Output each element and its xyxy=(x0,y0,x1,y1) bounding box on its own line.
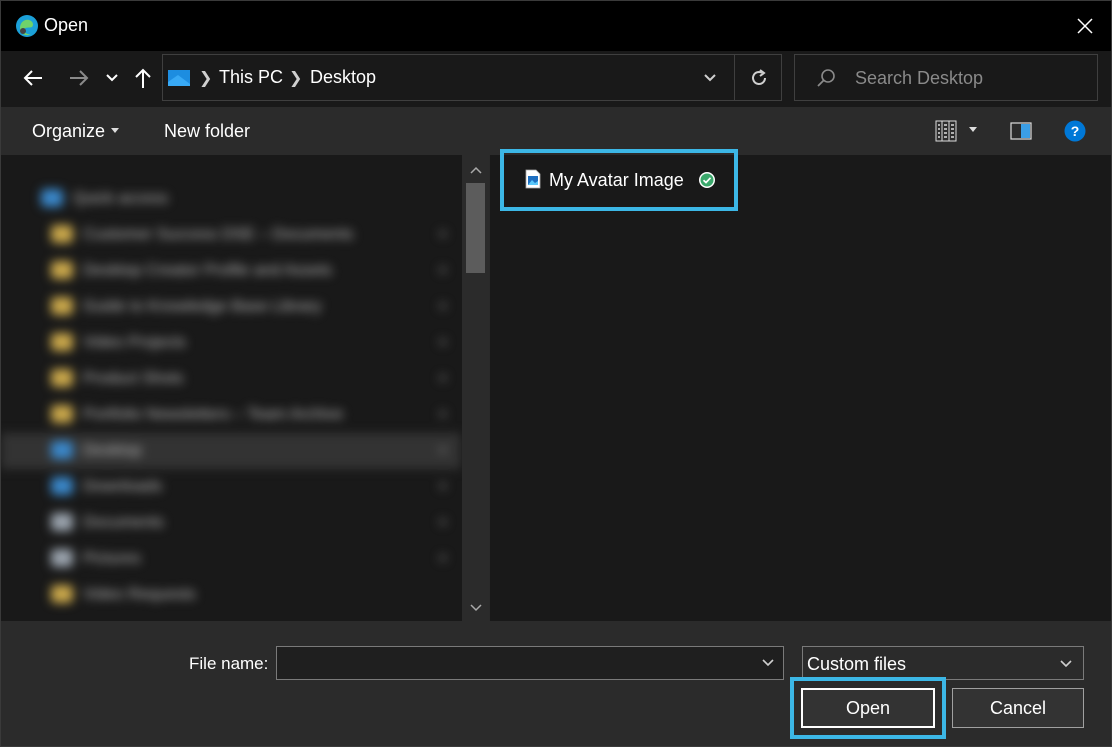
file-type-select[interactable]: Custom files xyxy=(802,646,1084,680)
organize-button[interactable]: Organize xyxy=(32,121,120,142)
navigation-pane: Quick access Customer Success DSE – Docu… xyxy=(1,155,489,621)
search-box[interactable]: Search Desktop xyxy=(794,54,1098,101)
file-name-label: My Avatar Image xyxy=(549,170,684,190)
back-button[interactable] xyxy=(19,65,47,91)
search-icon xyxy=(817,69,835,87)
scroll-down-button[interactable] xyxy=(462,597,489,619)
tree-item[interactable]: Video Projects ✶ xyxy=(1,325,461,361)
chevron-down-icon xyxy=(1060,660,1072,668)
chevron-up-icon xyxy=(469,166,482,174)
details-view-icon xyxy=(935,120,957,142)
up-button[interactable] xyxy=(129,65,157,91)
image-file-icon xyxy=(525,169,541,189)
address-bar[interactable]: ❯ This PC ❯ Desktop xyxy=(162,54,782,101)
preview-pane-icon xyxy=(1010,122,1032,140)
view-options-button[interactable] xyxy=(931,118,981,144)
new-folder-button[interactable]: New folder xyxy=(164,121,250,142)
close-button[interactable] xyxy=(1059,1,1111,51)
folder-icon xyxy=(51,585,73,603)
chevron-down-icon xyxy=(469,604,482,612)
picture-icon xyxy=(51,549,73,567)
recent-locations-button[interactable] xyxy=(98,65,126,91)
pin-icon: ✶ xyxy=(437,514,449,530)
folder-icon xyxy=(51,261,73,279)
edge-browser-icon xyxy=(16,15,38,37)
file-item-my-avatar-image[interactable]: My Avatar Image xyxy=(500,149,738,211)
desktop-icon xyxy=(51,441,73,459)
document-icon xyxy=(51,513,73,531)
window-title: Open xyxy=(44,15,89,35)
dialog-footer: File name: Custom files Open Cancel xyxy=(1,621,1111,746)
pin-icon: ✶ xyxy=(437,334,449,350)
pin-icon: ✶ xyxy=(437,262,449,278)
pin-icon: ✶ xyxy=(437,478,449,494)
tree-item-selected[interactable]: Desktop ✶ xyxy=(1,433,461,469)
navigation-tree: Quick access Customer Success DSE – Docu… xyxy=(1,155,461,621)
chevron-down-icon xyxy=(762,659,774,667)
help-icon: ? xyxy=(1064,120,1086,142)
arrow-right-icon xyxy=(70,70,89,86)
organize-label: Organize xyxy=(32,121,106,141)
pin-icon: ✶ xyxy=(437,442,449,458)
chevron-down-icon xyxy=(704,73,716,81)
arrow-up-icon xyxy=(135,68,151,88)
tree-item[interactable]: Quick access xyxy=(1,181,461,217)
scrollbar-thumb[interactable] xyxy=(466,183,485,273)
tree-item[interactable]: Guide to Knowledge Base Library ✶ xyxy=(1,289,461,325)
caret-down-icon xyxy=(969,126,977,132)
pin-icon: ✶ xyxy=(437,226,449,242)
close-icon xyxy=(1077,18,1093,34)
breadcrumb-this-pc[interactable]: This PC xyxy=(219,67,283,88)
breadcrumb-separator: ❯ xyxy=(199,70,213,87)
svg-text:?: ? xyxy=(1071,123,1080,139)
tree-item[interactable]: Portfolio Newsletters – Team Archive ✶ xyxy=(1,397,461,433)
tree-item[interactable]: Desktop Creator Profile and Assets ✶ xyxy=(1,253,461,289)
caret-down-icon xyxy=(111,127,120,133)
preview-pane-button[interactable] xyxy=(1009,118,1033,144)
folder-icon xyxy=(51,333,73,351)
cancel-button[interactable]: Cancel xyxy=(952,688,1084,728)
tree-item[interactable]: Customer Success DSE – Documents ✶ xyxy=(1,217,461,253)
file-name-dropdown-button[interactable] xyxy=(753,648,783,678)
file-name-label: File name: xyxy=(189,654,269,673)
tree-item[interactable]: Video Requests xyxy=(1,577,461,613)
refresh-button[interactable] xyxy=(734,55,782,100)
search-placeholder: Search Desktop xyxy=(855,68,984,88)
pin-icon: ✶ xyxy=(437,370,449,386)
file-type-dropdown-button[interactable] xyxy=(1053,649,1079,679)
arrow-left-icon xyxy=(23,70,42,86)
help-button[interactable]: ? xyxy=(1063,118,1087,144)
tree-item[interactable]: Documents ✶ xyxy=(1,505,461,541)
address-history-button[interactable] xyxy=(695,55,725,100)
file-list-pane: My Avatar Image xyxy=(489,149,1111,621)
folder-icon xyxy=(51,369,73,387)
desktop-icon xyxy=(168,70,190,86)
file-type-value: Custom files xyxy=(807,654,907,674)
navigation-bar: ❯ This PC ❯ Desktop Search Desktop xyxy=(1,51,1111,107)
star-icon xyxy=(41,189,63,207)
pin-icon: ✶ xyxy=(437,550,449,566)
folder-icon xyxy=(51,405,73,423)
file-name-input[interactable] xyxy=(276,646,784,680)
command-bar: Organize New folder ? xyxy=(1,107,1111,155)
navigation-scrollbar[interactable] xyxy=(462,155,489,621)
breadcrumb-separator: ❯ xyxy=(289,70,303,87)
tree-item[interactable]: Downloads ✶ xyxy=(1,469,461,505)
open-file-dialog: Open ❯ This PC ❯ Desktop Search Desktop … xyxy=(0,0,1112,747)
tree-item[interactable]: Product Shots ✶ xyxy=(1,361,461,397)
breadcrumb-desktop[interactable]: Desktop xyxy=(310,67,376,88)
tree-item[interactable]: Pictures ✶ xyxy=(1,541,461,577)
title-bar: Open xyxy=(1,1,1111,51)
forward-button[interactable] xyxy=(65,65,93,91)
sync-status-check-icon xyxy=(699,172,715,188)
scroll-up-button[interactable] xyxy=(462,159,489,181)
folder-icon xyxy=(51,225,73,243)
folder-icon xyxy=(51,297,73,315)
pin-icon: ✶ xyxy=(437,406,449,422)
refresh-icon xyxy=(751,68,766,85)
download-icon xyxy=(51,477,73,495)
chevron-down-icon xyxy=(106,74,118,82)
pin-icon: ✶ xyxy=(437,298,449,314)
open-button[interactable]: Open xyxy=(801,688,935,728)
